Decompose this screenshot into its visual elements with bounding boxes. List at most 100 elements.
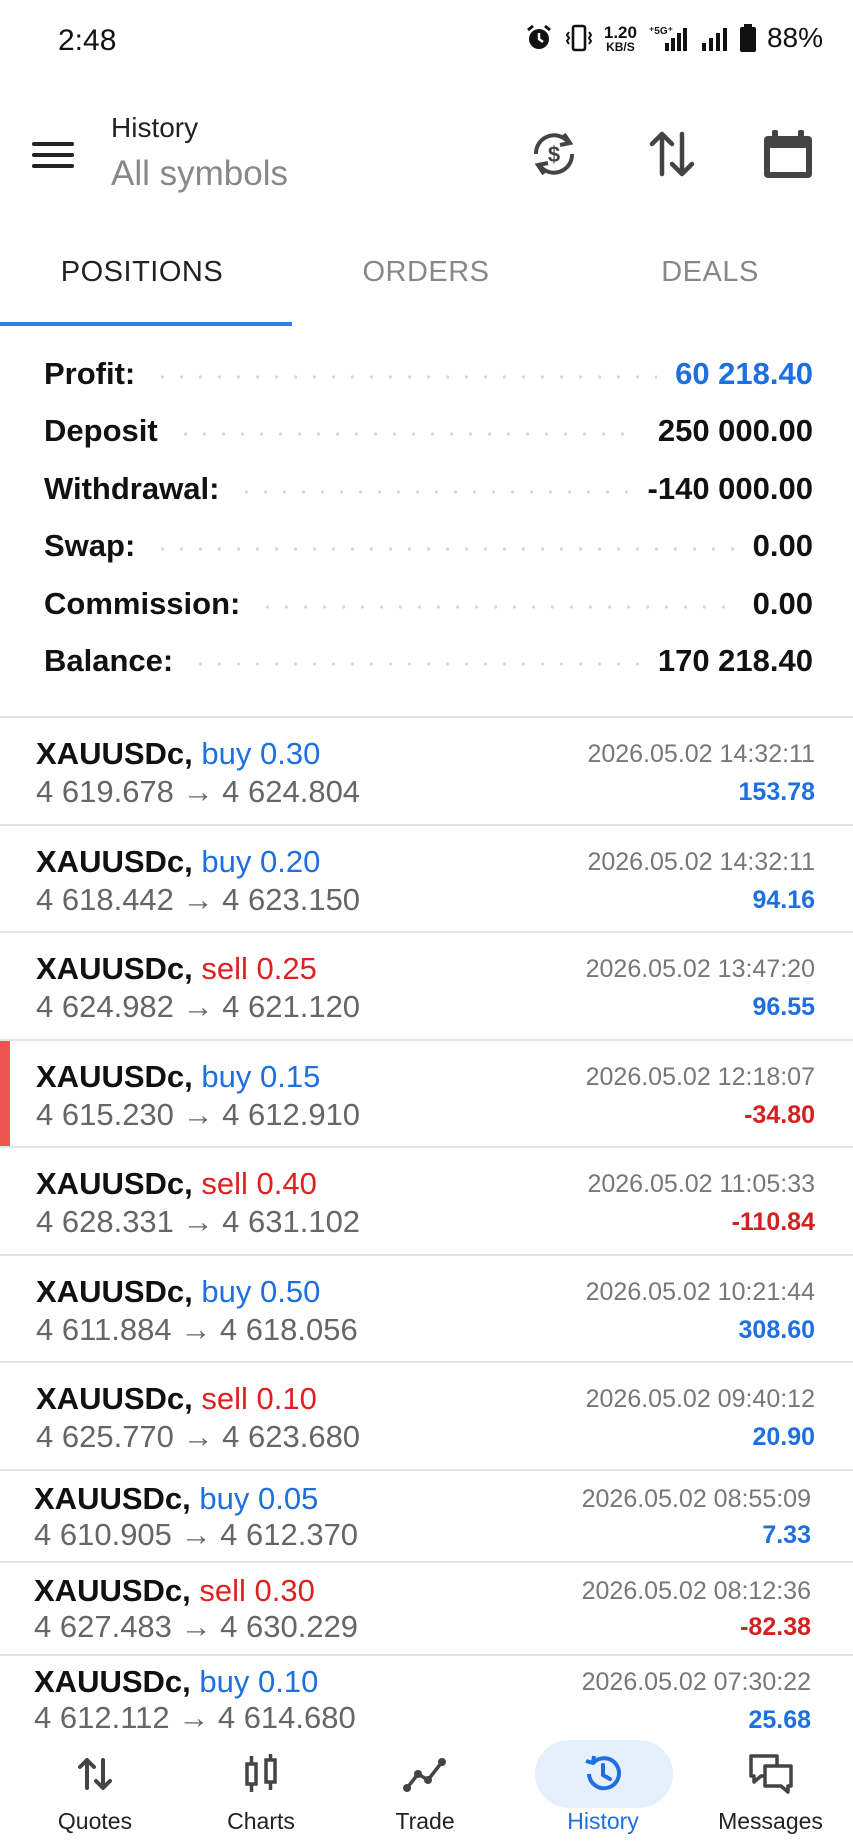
symbol-name: XAUUSDc, xyxy=(34,1573,191,1608)
position-side: buy 0.30 xyxy=(201,736,321,771)
position-symbol: XAUUSDc, buy 0.30 xyxy=(36,736,320,772)
position-symbol: XAUUSDc, sell 0.10 xyxy=(36,1381,317,1417)
summary-commission: Commission: 0.00 xyxy=(0,575,853,633)
nav-quotes[interactable]: Quotes xyxy=(0,1728,190,1844)
summary-withdrawal: Withdrawal: -140 000.00 xyxy=(0,460,853,518)
symbol-name: XAUUSDc, xyxy=(34,1481,191,1516)
history-tabs: POSITIONS ORDERS DEALS xyxy=(0,218,853,326)
nav-label: Quotes xyxy=(57,1808,133,1834)
position-side: sell 0.30 xyxy=(199,1573,315,1608)
position-symbol: XAUUSDc, buy 0.10 xyxy=(34,1664,318,1700)
position-time: 2026.05.02 12:18:07 xyxy=(585,1063,815,1091)
bottom-navigation: Quotes Charts Trade History Messages xyxy=(0,1728,853,1844)
tab-positions[interactable]: POSITIONS xyxy=(0,218,292,326)
symbol-name: XAUUSDc, xyxy=(36,1381,193,1416)
messages-icon xyxy=(747,1752,795,1796)
position-time: 2026.05.02 08:55:09 xyxy=(581,1485,811,1513)
nav-charts[interactable]: Charts xyxy=(190,1728,332,1844)
net-speed-unit: KB/S xyxy=(606,39,635,54)
position-prices: 4 611.884 → 4 618.056 xyxy=(36,1312,358,1347)
position-row[interactable]: XAUUSDc, buy 0.15 4 615.230 → 4 612.910 … xyxy=(0,1041,853,1148)
battery-icon xyxy=(739,23,757,53)
position-prices: 4 615.230 → 4 612.910 xyxy=(36,1097,361,1132)
position-side: buy 0.15 xyxy=(201,1059,321,1094)
symbol-filter[interactable]: All symbols xyxy=(111,154,288,194)
trade-icon xyxy=(403,1752,447,1796)
dot-leader xyxy=(237,489,630,494)
summary-value: 60 218.40 xyxy=(675,355,813,391)
nav-label: Trade xyxy=(395,1808,455,1834)
position-symbol: XAUUSDc, sell 0.30 xyxy=(34,1573,315,1609)
page-title: History xyxy=(111,112,199,143)
position-symbol: XAUUSDc, sell 0.40 xyxy=(36,1166,317,1202)
summary-label: Swap: xyxy=(44,528,136,564)
position-profit: 153.78 xyxy=(738,778,815,806)
position-row[interactable]: XAUUSDc, buy 0.05 4 610.905 → 4 612.370 … xyxy=(0,1471,853,1563)
symbol-name: XAUUSDc, xyxy=(36,1166,193,1201)
position-time: 2026.05.02 14:32:11 xyxy=(587,848,815,876)
position-side: buy 0.05 xyxy=(199,1481,319,1516)
position-prices: 4 627.483 → 4 630.229 xyxy=(34,1609,359,1644)
dot-leader xyxy=(191,662,640,667)
position-row[interactable]: XAUUSDc, buy 0.30 4 619.678 → 4 624.804 … xyxy=(0,718,853,826)
position-side: sell 0.25 xyxy=(201,951,317,986)
position-profit: 20.90 xyxy=(752,1423,815,1451)
vibrate-icon xyxy=(564,23,594,53)
summary-label: Commission: xyxy=(44,585,241,621)
position-prices: 4 618.442 → 4 623.150 xyxy=(36,882,361,917)
summary-label: Profit: xyxy=(44,355,136,391)
nav-label: Messages xyxy=(718,1808,823,1834)
position-time: 2026.05.02 09:40:12 xyxy=(585,1385,815,1413)
summary-deposit: Deposit 250 000.00 xyxy=(0,403,853,461)
signal-5g-icon: ⁺5G⁺ xyxy=(647,23,689,53)
charts-icon xyxy=(241,1752,281,1796)
tab-orders[interactable]: ORDERS xyxy=(284,218,568,326)
position-side: buy 0.10 xyxy=(199,1664,319,1699)
position-profit: 96.55 xyxy=(752,993,815,1021)
position-time: 2026.05.02 07:30:22 xyxy=(581,1668,811,1696)
sort-icon[interactable] xyxy=(644,126,700,182)
position-row[interactable]: XAUUSDc, sell 0.30 4 627.483 → 4 630.229… xyxy=(0,1563,853,1656)
summary-swap: Swap: 0.00 xyxy=(0,518,853,576)
currency-exchange-icon[interactable]: $ xyxy=(526,126,582,182)
signal-icon xyxy=(699,23,729,53)
position-row[interactable]: XAUUSDc, buy 0.20 4 618.442 → 4 623.150 … xyxy=(0,826,853,933)
svg-text:⁺5G⁺: ⁺5G⁺ xyxy=(649,26,673,37)
svg-text:$: $ xyxy=(548,142,560,167)
symbol-name: XAUUSDc, xyxy=(36,1274,193,1309)
position-profit: -110.84 xyxy=(731,1208,815,1236)
dot-leader xyxy=(258,604,735,609)
nav-trade[interactable]: Trade xyxy=(332,1728,518,1844)
symbol-name: XAUUSDc, xyxy=(36,844,193,879)
position-time: 2026.05.02 08:12:36 xyxy=(581,1577,811,1605)
tab-deals[interactable]: DEALS xyxy=(568,218,852,326)
calendar-icon[interactable] xyxy=(760,126,816,182)
nav-history[interactable]: History xyxy=(518,1728,688,1844)
position-symbol: XAUUSDc, buy 0.05 xyxy=(34,1481,318,1517)
position-prices: 4 619.678 → 4 624.804 xyxy=(36,774,361,809)
dot-leader xyxy=(153,547,735,552)
position-time: 2026.05.02 14:32:11 xyxy=(587,740,815,768)
position-symbol: XAUUSDc, sell 0.25 xyxy=(36,951,317,987)
summary-balance: Balance: 170 218.40 xyxy=(0,633,853,691)
summary-value: 250 000.00 xyxy=(657,413,813,449)
dot-leader xyxy=(175,432,640,437)
menu-icon[interactable] xyxy=(30,138,76,172)
position-profit: -34.80 xyxy=(744,1101,815,1129)
position-symbol: XAUUSDc, buy 0.20 xyxy=(36,844,320,880)
summary-label: Deposit xyxy=(44,413,158,449)
position-row[interactable]: XAUUSDc, sell 0.10 4 625.770 → 4 623.680… xyxy=(0,1363,853,1471)
position-profit: -82.38 xyxy=(740,1613,811,1641)
summary-value: 0.00 xyxy=(752,528,813,564)
symbol-name: XAUUSDc, xyxy=(36,1059,193,1094)
dot-leader xyxy=(153,374,658,379)
position-row[interactable]: XAUUSDc, buy 0.50 4 611.884 → 4 618.056 … xyxy=(0,1256,853,1363)
position-side: buy 0.50 xyxy=(201,1274,321,1309)
position-side: buy 0.20 xyxy=(201,844,321,879)
position-row[interactable]: XAUUSDc, sell 0.25 4 624.982 → 4 621.120… xyxy=(0,933,853,1041)
account-summary: Profit: 60 218.40 Deposit 250 000.00 Wit… xyxy=(0,345,853,690)
position-row[interactable]: XAUUSDc, sell 0.40 4 628.331 → 4 631.102… xyxy=(0,1148,853,1256)
quotes-icon xyxy=(75,1752,115,1796)
summary-label: Balance: xyxy=(44,643,174,679)
nav-messages[interactable]: Messages xyxy=(688,1728,853,1844)
